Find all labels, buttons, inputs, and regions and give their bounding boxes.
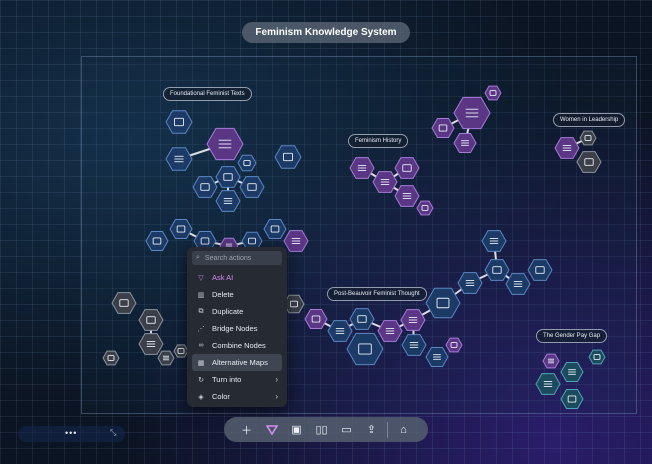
- cluster-label-pay-gap[interactable]: The Gender Pay Gap: [536, 329, 608, 343]
- hex-node[interactable]: [283, 230, 309, 252]
- menu-item-combine-nodes[interactable]: ∞ Combine Nodes: [192, 337, 282, 354]
- hex-node[interactable]: [554, 137, 580, 159]
- hex-node[interactable]: [579, 130, 597, 146]
- media-button[interactable]: ▣: [284, 417, 309, 442]
- context-menu: ⌕ Search actions ▽ Ask AI ▥ Delete ⧉ Dup…: [187, 247, 287, 407]
- convert-icon: ↻: [198, 376, 204, 384]
- hex-node[interactable]: [263, 219, 287, 239]
- hex-node[interactable]: [453, 96, 491, 130]
- home-icon: ⌂: [400, 423, 407, 436]
- hex-node[interactable]: [346, 332, 384, 366]
- logo-icon: [265, 424, 278, 435]
- bridge-icon: ⋰: [197, 325, 205, 333]
- hex-node[interactable]: [304, 309, 328, 329]
- cluster-label-leadership[interactable]: Women in Leadership: [553, 113, 626, 127]
- book-button[interactable]: ▯▯: [309, 417, 334, 442]
- hex-node[interactable]: [588, 349, 606, 365]
- search-icon: ⌕: [196, 254, 200, 261]
- hex-node[interactable]: [527, 259, 553, 281]
- hex-node[interactable]: [481, 230, 507, 252]
- trash-icon: ▥: [197, 291, 205, 299]
- menu-item-duplicate[interactable]: ⧉ Duplicate: [192, 303, 282, 320]
- hex-node[interactable]: [560, 362, 584, 382]
- share-button[interactable]: ⇪: [359, 417, 384, 442]
- book-icon: ▯▯: [315, 424, 328, 436]
- bottom-toolbar: ＋ ▣ ▯▯ ▭ ⇪ ⌂: [224, 417, 428, 442]
- hex-node[interactable]: [215, 166, 241, 188]
- more-options-icon[interactable]: •••: [65, 428, 77, 438]
- hex-node[interactable]: [349, 308, 375, 330]
- hex-map[interactable]: [0, 0, 652, 464]
- menu-item-bridge-nodes[interactable]: ⋰ Bridge Nodes: [192, 320, 282, 337]
- hex-node[interactable]: [445, 337, 463, 353]
- hex-node[interactable]: [560, 389, 584, 409]
- hex-node[interactable]: [542, 353, 560, 369]
- menu-item-color[interactable]: ◈ Color ›: [192, 388, 282, 405]
- hex-node[interactable]: [145, 231, 169, 251]
- minimap-panel: ••• ⤡: [18, 426, 125, 442]
- hex-node[interactable]: [239, 176, 265, 198]
- combine-icon: ∞: [198, 342, 204, 349]
- action-search-input[interactable]: ⌕ Search actions: [192, 251, 282, 265]
- hex-node[interactable]: [283, 294, 305, 314]
- hex-node[interactable]: [416, 200, 434, 216]
- hex-node[interactable]: [394, 185, 420, 207]
- hex-node[interactable]: [165, 110, 193, 134]
- hex-node[interactable]: [173, 344, 189, 358]
- hex-node[interactable]: [157, 350, 175, 366]
- ai-icon: ▽: [198, 274, 204, 282]
- hex-node[interactable]: [394, 157, 420, 179]
- hex-node[interactable]: [327, 320, 353, 342]
- hex-node[interactable]: [274, 145, 302, 169]
- cluster-label-history[interactable]: Feminism History: [348, 134, 409, 148]
- hex-node[interactable]: [102, 350, 120, 366]
- hex-node[interactable]: [505, 273, 531, 295]
- paint-bucket-icon: ◈: [198, 393, 204, 401]
- hex-node[interactable]: [349, 157, 375, 179]
- home-button[interactable]: ⌂: [391, 417, 416, 442]
- hex-node[interactable]: [453, 133, 477, 153]
- add-icon: ＋: [241, 424, 252, 437]
- media-icon: ▣: [291, 424, 302, 436]
- toolbar-divider: [387, 421, 388, 438]
- expand-icon[interactable]: ⤡: [110, 428, 116, 438]
- hex-node[interactable]: [431, 118, 455, 138]
- hex-node[interactable]: [138, 309, 164, 331]
- cluster-label-foundational[interactable]: Foundational Feminist Texts: [163, 87, 252, 101]
- menu-item-alternative-maps[interactable]: ▦ Alternative Maps: [192, 354, 282, 371]
- hex-node[interactable]: [576, 151, 602, 173]
- menu-item-ask-ai[interactable]: ▽ Ask AI: [192, 269, 282, 286]
- hex-node[interactable]: [237, 154, 257, 172]
- menu-item-turn-into[interactable]: ↻ Turn into ›: [192, 371, 282, 388]
- hex-node[interactable]: [401, 334, 427, 356]
- chevron-right-icon: ›: [275, 375, 278, 384]
- hex-node[interactable]: [377, 320, 403, 342]
- hex-node[interactable]: [169, 219, 193, 239]
- hex-node[interactable]: [215, 190, 241, 212]
- hex-node[interactable]: [484, 259, 510, 281]
- hex-node[interactable]: [425, 347, 449, 367]
- share-icon: ⇪: [366, 424, 377, 436]
- hex-node[interactable]: [206, 127, 244, 161]
- hex-node[interactable]: [400, 309, 426, 331]
- hex-node[interactable]: [192, 176, 218, 198]
- hex-node[interactable]: [165, 147, 193, 171]
- hex-node[interactable]: [372, 171, 398, 193]
- hex-node[interactable]: [484, 85, 502, 101]
- cluster-label-post-beauvoir[interactable]: Post-Beauvoir Feminist Thought: [327, 287, 427, 301]
- duplicate-icon: ⧉: [198, 307, 204, 315]
- present-button[interactable]: ▭: [334, 417, 359, 442]
- chevron-right-icon: ›: [275, 392, 278, 401]
- hex-node[interactable]: [111, 292, 137, 314]
- hex-node[interactable]: [425, 287, 461, 319]
- hex-node[interactable]: [535, 373, 561, 395]
- map-icon: ▦: [197, 359, 205, 367]
- add-button[interactable]: ＋: [234, 417, 259, 442]
- logo-button[interactable]: [259, 417, 284, 442]
- present-icon: ▭: [341, 424, 352, 436]
- menu-item-delete[interactable]: ▥ Delete: [192, 286, 282, 303]
- hex-node[interactable]: [138, 333, 164, 355]
